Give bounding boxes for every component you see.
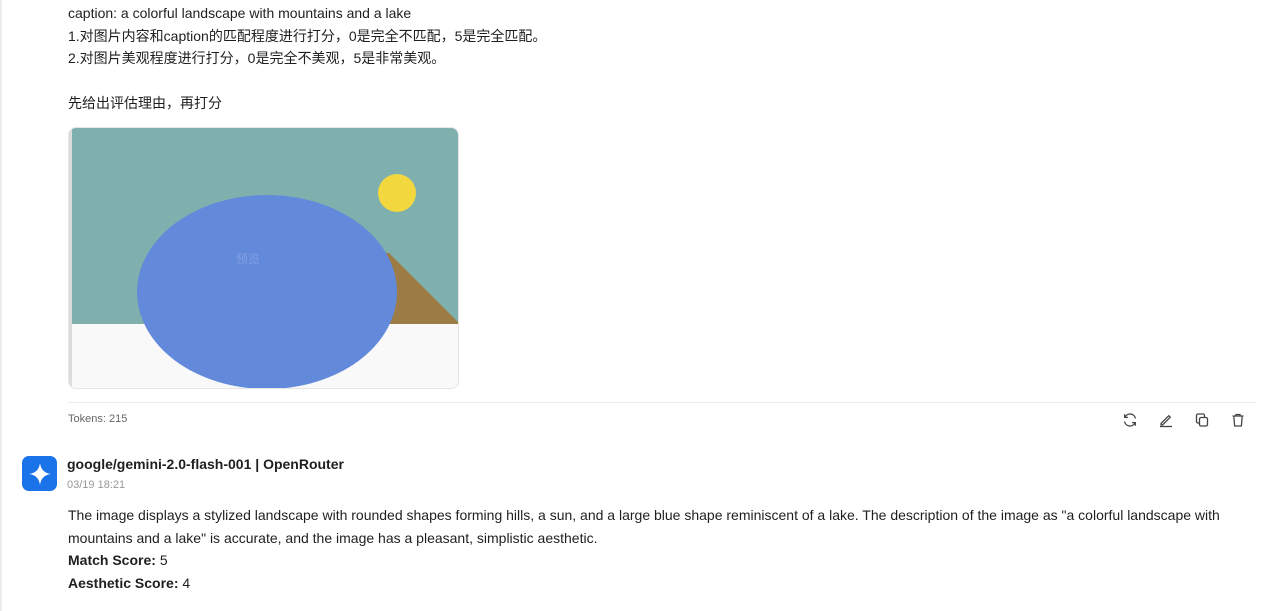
token-count: Tokens: 215 bbox=[68, 413, 128, 425]
regenerate-button[interactable] bbox=[1121, 411, 1139, 429]
user-message: caption: a colorful landscape with mount… bbox=[68, 2, 546, 115]
instruction-line-2: 2.对图片美观程度进行打分，0是完全不美观，5是非常美观。 bbox=[68, 50, 446, 66]
match-score-label: Match Score: bbox=[68, 552, 156, 568]
preview-hint: 预览 bbox=[236, 252, 261, 266]
image-left-edge bbox=[69, 128, 72, 388]
delete-icon bbox=[1232, 413, 1244, 427]
assistant-reply: The image displays a stylized landscape … bbox=[68, 504, 1253, 594]
delete-button[interactable] bbox=[1229, 411, 1247, 429]
message-timestamp: 03/19 18:21 bbox=[67, 479, 126, 491]
aesthetic-score-value: 4 bbox=[182, 574, 191, 591]
gemini-sparkle-icon bbox=[28, 462, 51, 485]
copy-icon bbox=[1195, 413, 1209, 427]
landscape-illustration bbox=[69, 128, 458, 388]
instruction-line-1: 1.对图片内容和caption的匹配程度进行打分，0是完全不匹配，5是完全匹配。 bbox=[68, 27, 547, 44]
copy-button[interactable] bbox=[1193, 411, 1211, 429]
aesthetic-score-label: Aesthetic Score: bbox=[68, 574, 179, 591]
edit-icon bbox=[1160, 415, 1172, 428]
message-divider bbox=[68, 402, 1256, 403]
sidebar-border bbox=[0, 0, 2, 611]
model-avatar bbox=[22, 456, 57, 491]
regenerate-icon bbox=[1123, 413, 1137, 427]
message-actions bbox=[1121, 411, 1247, 429]
attached-image[interactable] bbox=[68, 127, 459, 389]
edit-button[interactable] bbox=[1157, 411, 1175, 429]
aesthetic-score: Aesthetic Score: 4 bbox=[68, 572, 1253, 595]
match-score: Match Score: 5 bbox=[68, 549, 1253, 572]
model-name: google/gemini-2.0-flash-001 | OpenRouter bbox=[67, 456, 344, 472]
caption-line: caption: a colorful landscape with mount… bbox=[68, 5, 412, 21]
instruction-line-3: 先给出评估理由，再打分 bbox=[68, 95, 222, 111]
sun bbox=[378, 174, 416, 212]
reply-body: The image displays a stylized landscape … bbox=[68, 507, 1220, 546]
match-score-value: 5 bbox=[159, 552, 168, 568]
lake bbox=[137, 195, 397, 388]
